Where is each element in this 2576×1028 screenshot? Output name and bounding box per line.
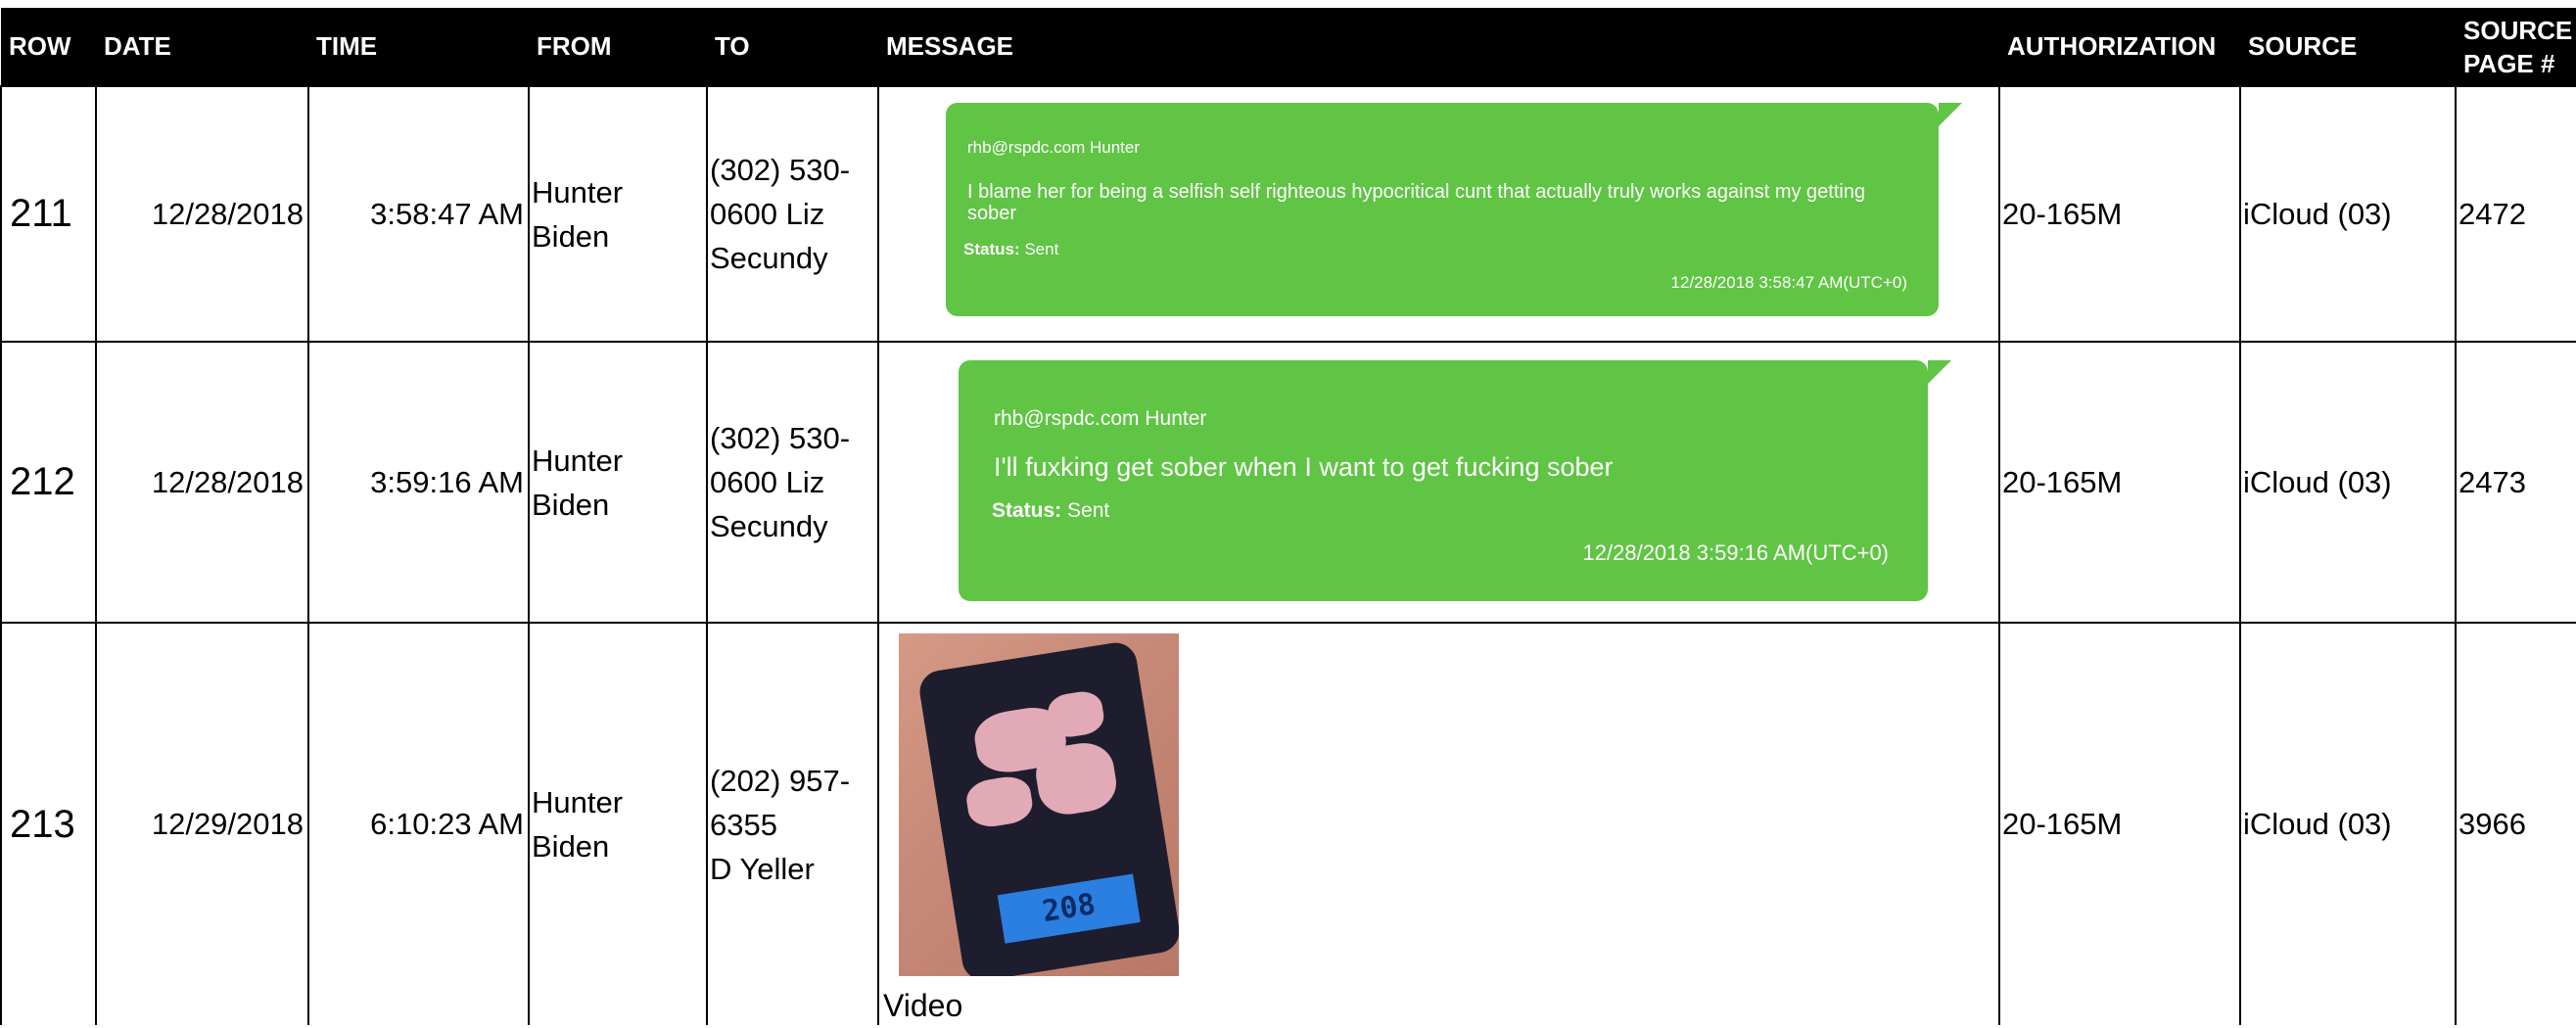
status-value: Sent — [1061, 499, 1110, 522]
message-status: Status: Sent — [992, 499, 1109, 523]
from-line: Hunter — [532, 174, 624, 210]
header-row: ROW DATE TIME FROM TO MESSAGE AUTHORIZAT… — [1, 8, 2576, 86]
powder-shape — [1045, 688, 1106, 740]
header-message: MESSAGE — [878, 8, 1999, 86]
scale-image: 208 — [916, 639, 1179, 976]
message-sender: rhb@rspdc.com Hunter — [994, 407, 1207, 430]
to-line: 6355 — [710, 807, 777, 842]
to-line: 0600 Liz — [710, 465, 825, 499]
message-bubble: rhb@rspdc.com Hunter I blame her for bei… — [946, 103, 1962, 316]
from-line: Biden — [532, 829, 610, 864]
authorization-cell: 20-165M — [1998, 85, 2241, 343]
message-timestamp: 12/28/2018 3:58:47 AM(UTC+0) — [1670, 273, 1907, 292]
message-table: ROW DATE TIME FROM TO MESSAGE AUTHORIZAT… — [0, 8, 2576, 1025]
source-cell: iCloud (03) — [2239, 622, 2457, 1025]
message-status: Status: Sent — [963, 240, 1058, 259]
to-line: (302) 530- — [710, 421, 851, 455]
header-to: TO — [707, 8, 878, 86]
row-number: 212 — [0, 341, 97, 624]
message-cell: rhb@rspdc.com Hunter I'll fuxking get so… — [877, 341, 2000, 624]
from-line: Hunter — [532, 443, 624, 478]
to-cell: (302) 530- 0600 Liz Secundy — [706, 85, 879, 343]
from-cell: Hunter Biden — [528, 341, 708, 624]
bubble-tail — [1939, 103, 1962, 126]
message-sender: rhb@rspdc.com Hunter — [967, 138, 1140, 157]
from-cell: Hunter Biden — [528, 622, 708, 1025]
status-value: Sent — [1019, 240, 1059, 258]
to-cell: (302) 530- 0600 Liz Secundy — [706, 341, 879, 624]
to-line: (202) 957- — [710, 763, 851, 798]
row-number: 211 — [0, 85, 97, 343]
source-page-cell: 2472 — [2455, 85, 2576, 343]
message-text: I'll fuxking get sober when I want to ge… — [994, 452, 1614, 482]
source-cell: iCloud (03) — [2239, 341, 2457, 624]
header-date: DATE — [96, 8, 308, 86]
time-cell: 3:58:47 AM — [307, 85, 530, 343]
header-row-num: ROW — [1, 8, 96, 86]
header-authorization: AUTHORIZATION — [1999, 8, 2240, 86]
message-text: I blame her for being a selfish self rig… — [967, 181, 1866, 224]
time-cell: 6:10:23 AM — [307, 622, 530, 1025]
message-cell: 208 Video — [877, 622, 2000, 1025]
status-label: Status: — [992, 499, 1062, 522]
table-row: 212 12/28/2018 3:59:16 AM Hunter Biden (3… — [0, 341, 2576, 624]
source-page-cell: 2473 — [2455, 341, 2576, 624]
date-cell: 12/28/2018 — [95, 85, 309, 343]
video-thumbnail[interactable]: 208 — [899, 633, 1179, 976]
header-time: TIME — [308, 8, 529, 86]
powder-shape — [963, 773, 1036, 830]
source-cell: iCloud (03) — [2239, 85, 2457, 343]
to-line: Secundy — [710, 509, 828, 543]
authorization-cell: 20-165M — [1998, 341, 2241, 624]
header-from: FROM — [529, 8, 707, 86]
bubble-tail — [1928, 360, 1951, 384]
from-line: Biden — [532, 218, 610, 254]
to-line: Secundy — [710, 241, 828, 275]
from-line: Biden — [532, 487, 610, 522]
to-cell: (202) 957- 6355 D Yeller — [706, 622, 879, 1025]
date-cell: 12/28/2018 — [95, 341, 309, 624]
to-line: D Yeller — [710, 851, 815, 886]
to-line: 0600 Liz — [710, 197, 825, 231]
message-cell: rhb@rspdc.com Hunter I blame her for bei… — [877, 85, 2000, 343]
table-row: 211 12/28/2018 3:58:47 AM Hunter Biden (3… — [0, 85, 2576, 343]
time-cell: 3:59:16 AM — [307, 341, 530, 624]
date-cell: 12/29/2018 — [95, 622, 309, 1025]
header-source-page-line1: SOURCE — [2463, 15, 2573, 45]
status-label: Status: — [963, 240, 1020, 258]
header-source: SOURCE — [2240, 8, 2456, 86]
table-row: 213 12/29/2018 6:10:23 AM Hunter Biden (2… — [0, 622, 2576, 1025]
message-bubble: rhb@rspdc.com Hunter I'll fuxking get so… — [959, 360, 1951, 601]
scale-display: 208 — [997, 873, 1141, 944]
source-page-cell: 3966 — [2455, 622, 2576, 1025]
from-cell: Hunter Biden — [528, 85, 708, 343]
row-number: 213 — [0, 622, 97, 1025]
records-sheet: ROW DATE TIME FROM TO MESSAGE AUTHORIZAT… — [0, 8, 2576, 1028]
media-label: Video — [883, 988, 963, 1023]
to-line: (302) 530- — [710, 153, 851, 187]
from-line: Hunter — [532, 785, 624, 819]
authorization-cell: 20-165M — [1998, 622, 2241, 1025]
header-source-page-line2: PAGE # — [2463, 48, 2555, 78]
message-timestamp: 12/28/2018 3:59:16 AM(UTC+0) — [1582, 540, 1889, 565]
header-source-page: SOURCE PAGE # — [2456, 8, 2576, 86]
table-header: ROW DATE TIME FROM TO MESSAGE AUTHORIZAT… — [1, 8, 2576, 86]
